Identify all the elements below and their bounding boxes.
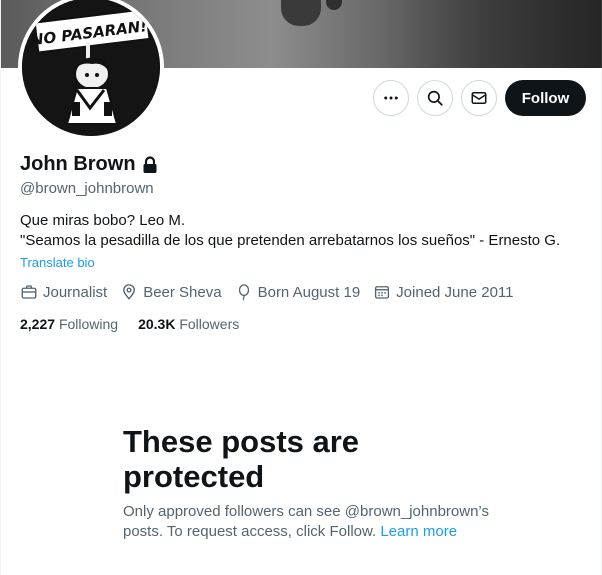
following-link[interactable]: 2,227 Following [20, 316, 118, 332]
profile-page: NO PASARAN!! Follow John Brown @brown_jo… [0, 0, 602, 575]
follow-button[interactable]: Follow [505, 80, 586, 116]
following-label: Following [58, 316, 119, 332]
location-text: Beer Sheva [143, 283, 222, 301]
lock-icon [143, 155, 157, 173]
banner-figure [281, 0, 321, 26]
profile-handle: @brown_johnbrown [20, 180, 154, 197]
meta-location: Beer Sheva [120, 283, 222, 301]
balloon-icon [238, 284, 249, 301]
profession-text: Journalist [43, 283, 108, 301]
profile-meta: Journalist Beer Sheva Born August 19 Joi… [20, 283, 527, 301]
meta-joined: Joined June 2011 [373, 283, 514, 301]
calendar-icon [375, 286, 390, 299]
location-pin-icon [123, 284, 136, 300]
meta-profession: Journalist [20, 283, 107, 301]
meta-birthday: Born August 19 [235, 283, 361, 301]
more-options-button[interactable] [373, 80, 409, 116]
protected-posts-title: These posts are protected [123, 424, 360, 494]
learn-more-link[interactable]: Learn more [380, 523, 457, 540]
protected-posts-message: Only approved followers can see @brown_j… [123, 502, 493, 542]
followers-link[interactable]: 20.3K Followers [138, 316, 239, 332]
search-icon [427, 90, 443, 106]
message-button[interactable] [461, 80, 497, 116]
banner-figure-foot [326, 0, 342, 10]
envelope-icon [471, 92, 487, 104]
followers-label: Followers [179, 316, 240, 332]
profile-actions: Follow [1, 80, 602, 116]
translate-bio-link[interactable]: Translate bio [20, 255, 95, 270]
joined-text: Joined June 2011 [396, 283, 514, 301]
profile-stats: 2,227 Following 20.3K Followers [20, 316, 239, 332]
briefcase-icon [21, 285, 37, 299]
profile-name: John Brown [20, 153, 136, 175]
more-icon [384, 96, 398, 100]
bio-line-1: Que miras bobo? Leo M. [20, 212, 186, 229]
avatar[interactable]: NO PASARAN!! [18, 0, 164, 140]
followers-count: 20.3K [138, 316, 176, 332]
following-count: 2,227 [20, 316, 56, 332]
profile-bio: Que miras bobo? Leo M. "Seamos la pesadi… [20, 211, 560, 251]
profile-name-row: John Brown [20, 153, 158, 176]
search-button[interactable] [417, 80, 453, 116]
banner-shade [381, 0, 601, 68]
birthday-text: Born August 19 [257, 283, 361, 301]
bio-line-2: "Seamos la pesadilla de los que pretende… [20, 232, 561, 249]
